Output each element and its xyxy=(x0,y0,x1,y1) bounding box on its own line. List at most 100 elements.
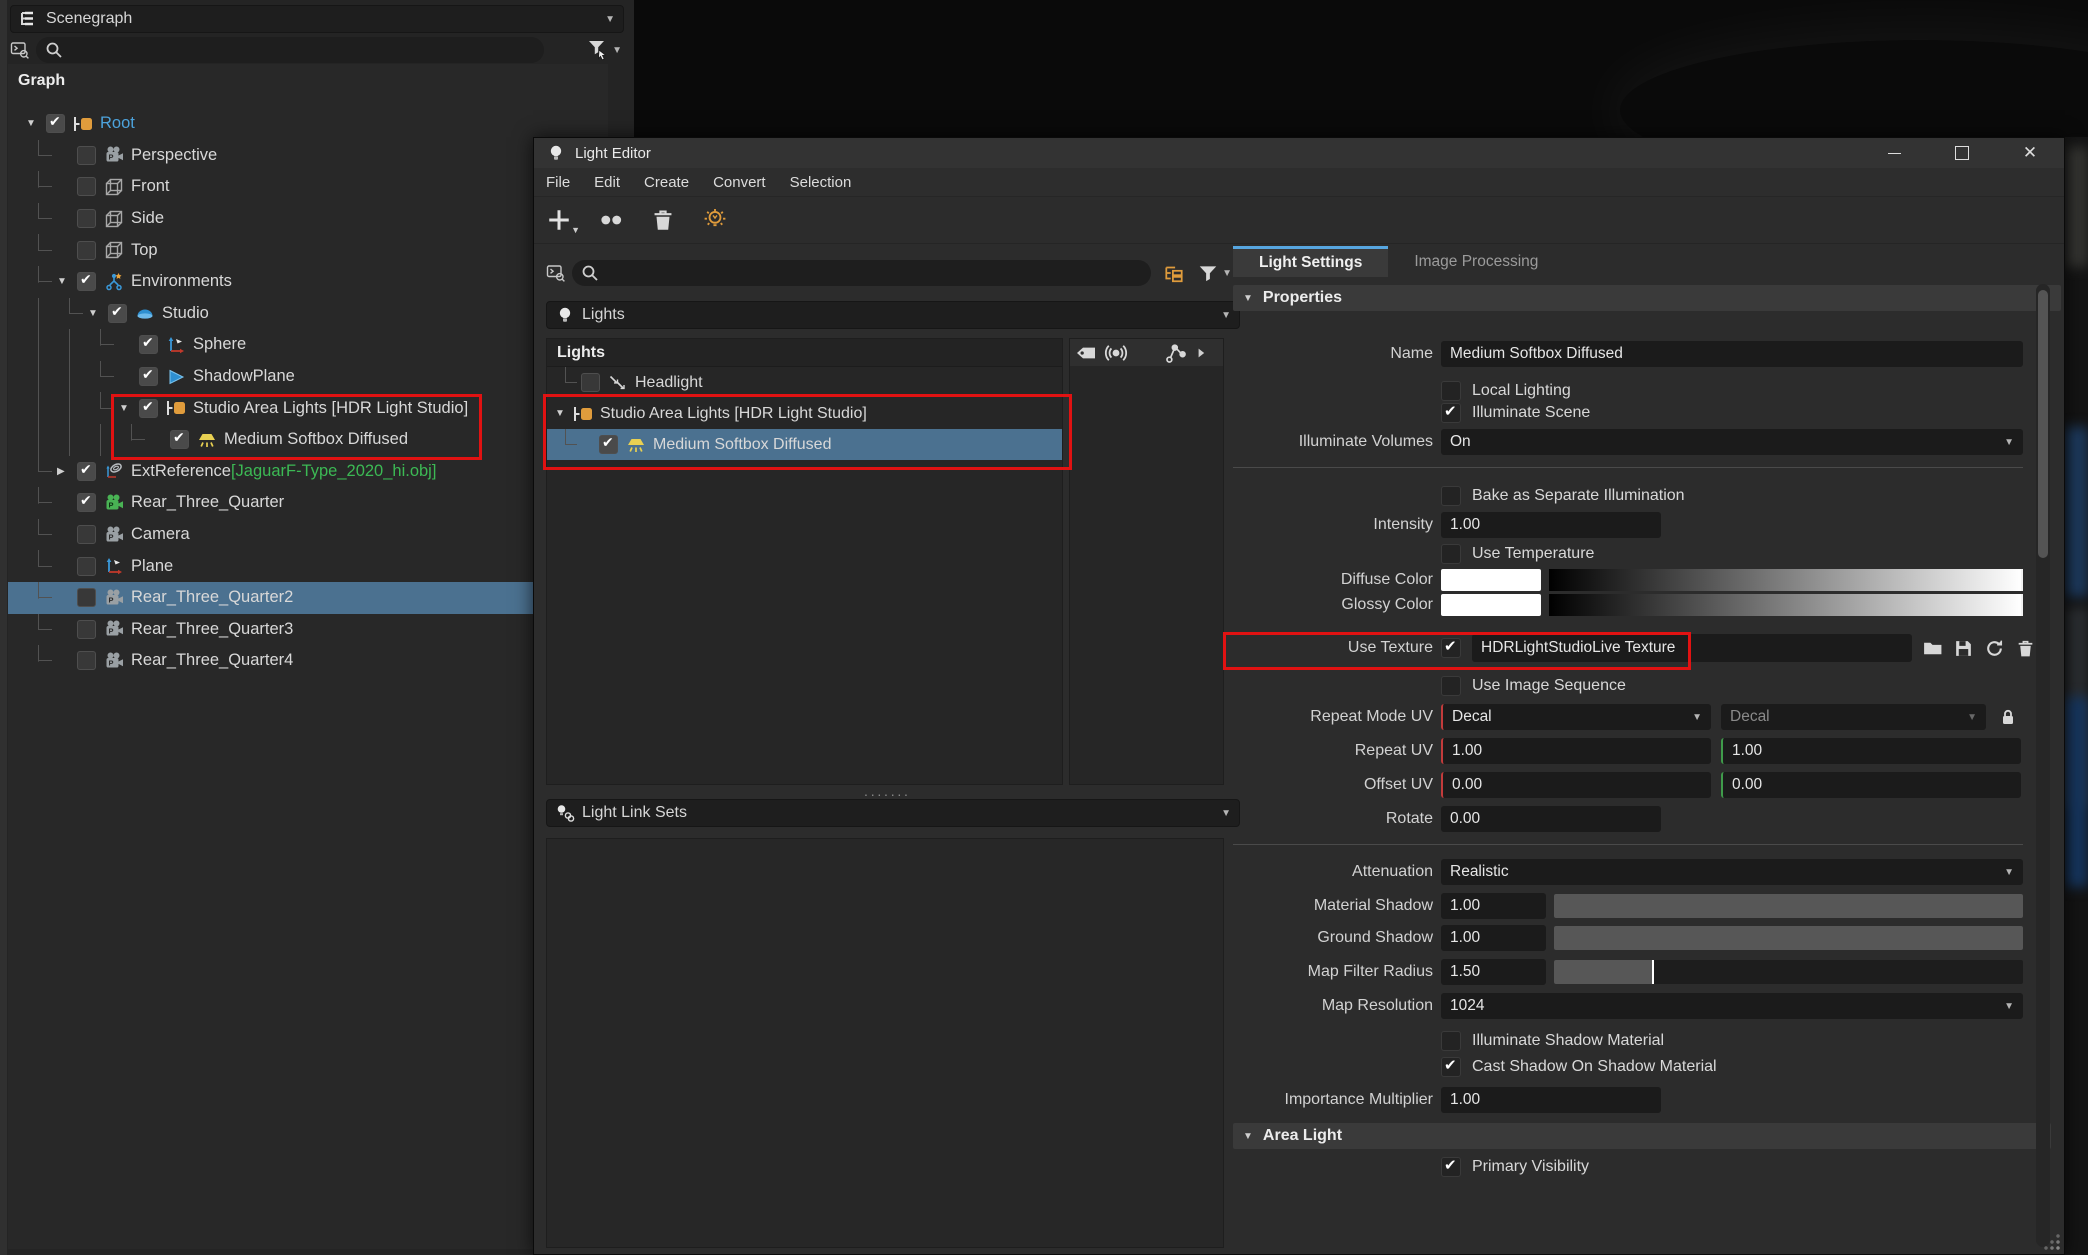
floppy-icon[interactable] xyxy=(1953,638,1974,659)
menu-convert[interactable]: Convert xyxy=(713,174,766,191)
search-script-icon[interactable] xyxy=(546,263,566,283)
tree-item-perspective[interactable]: PPerspective xyxy=(8,140,608,172)
visibility-checkbox[interactable] xyxy=(139,335,158,354)
checkbox[interactable] xyxy=(1441,1031,1461,1051)
settings-scrollbar-thumb[interactable] xyxy=(2038,290,2048,558)
window-resize-grip[interactable] xyxy=(2038,1228,2062,1252)
use-texture-checkbox[interactable] xyxy=(1441,638,1461,658)
tab-light-settings[interactable]: Light Settings xyxy=(1233,246,1388,277)
duplicate-button[interactable] xyxy=(598,207,624,233)
tree-item-shadowplane[interactable]: ShadowPlane xyxy=(8,361,608,393)
visibility-checkbox[interactable] xyxy=(77,241,96,260)
color-swatch[interactable] xyxy=(1441,594,1541,616)
create-light-button[interactable]: ▼ xyxy=(546,207,572,233)
dropdown-u[interactable]: Decal▼ xyxy=(1441,704,1711,730)
visibility-checkbox[interactable] xyxy=(77,525,96,544)
value-input-u[interactable]: 1.00 xyxy=(1441,738,1711,764)
value-input[interactable]: 1.00 xyxy=(1441,893,1546,919)
toggle-light-button[interactable] xyxy=(702,207,728,233)
checkbox[interactable] xyxy=(1441,676,1461,696)
tree-item-environments[interactable]: ▼Environments xyxy=(8,266,608,298)
color-swatch[interactable] xyxy=(1441,569,1541,591)
checkbox[interactable] xyxy=(1441,403,1461,423)
menu-edit[interactable]: Edit xyxy=(594,174,620,191)
light-item-studio-area-lights-hdr-light-studio-[interactable]: ▼Studio Area Lights [HDR Light Studio] xyxy=(547,398,1062,429)
visibility-checkbox[interactable] xyxy=(139,367,158,386)
visibility-checkbox[interactable] xyxy=(77,209,96,228)
tree-item-plane[interactable]: Plane xyxy=(8,550,608,582)
tree-item-extreference[interactable]: ▶ExtReference [JaguarF-Type_2020_hi.obj] xyxy=(8,456,608,488)
trash-icon[interactable] xyxy=(2015,638,2036,659)
value-input[interactable]: Medium Softbox Diffused xyxy=(1441,341,2023,367)
tree-item-medium-softbox-diffused[interactable]: Medium Softbox Diffused xyxy=(8,424,608,456)
slider[interactable] xyxy=(1554,926,2023,950)
visibility-checkbox[interactable] xyxy=(46,114,65,133)
tree-item-side[interactable]: Side xyxy=(8,203,608,235)
light-item-headlight[interactable]: Headlight xyxy=(547,367,1062,398)
search-script-icon[interactable] xyxy=(10,40,30,60)
visibility-checkbox[interactable] xyxy=(77,557,96,576)
value-input[interactable]: 1.00 xyxy=(1441,512,1661,538)
close-button[interactable]: ✕ xyxy=(1996,138,2064,168)
tag-icon[interactable] xyxy=(1073,341,1099,365)
value-input-v[interactable]: 1.00 xyxy=(1721,738,2021,764)
window-titlebar[interactable]: Light Editor ✕ xyxy=(534,138,2064,168)
scenegraph-left-scrollbar[interactable] xyxy=(0,0,7,1255)
light-enable-checkbox[interactable] xyxy=(599,435,618,454)
menu-selection[interactable]: Selection xyxy=(790,174,852,191)
value-input-v[interactable]: 0.00 xyxy=(1721,772,2021,798)
checkbox[interactable] xyxy=(1441,1057,1461,1077)
expand-arrow-icon[interactable]: ▶ xyxy=(57,466,77,477)
area-light-section-header[interactable]: ▼Area Light xyxy=(1233,1123,2051,1149)
visibility-checkbox[interactable] xyxy=(77,146,96,165)
texture-name-field[interactable]: HDRLightStudioLive Texture xyxy=(1472,634,1912,662)
tree-item-sphere[interactable]: Sphere xyxy=(8,329,608,361)
scenegraph-module-selector[interactable]: Scenegraph ▼ xyxy=(10,5,624,33)
visibility-checkbox[interactable] xyxy=(77,588,96,607)
maximize-button[interactable] xyxy=(1928,138,1996,168)
checkbox[interactable] xyxy=(1441,544,1461,564)
lights-search-input[interactable] xyxy=(572,260,1151,286)
dropdown[interactable]: Realistic▼ xyxy=(1441,859,2023,885)
tree-item-root[interactable]: ▼Root xyxy=(8,108,608,140)
checkbox[interactable] xyxy=(1441,381,1461,401)
lights-group-selector[interactable]: Lights ▼ xyxy=(546,301,1240,329)
visibility-checkbox[interactable] xyxy=(139,399,158,418)
expand-arrow-icon[interactable]: ▼ xyxy=(26,118,46,129)
filter-chevron-down-icon[interactable]: ▼ xyxy=(1222,268,1232,279)
expand-arrow-icon[interactable]: ▼ xyxy=(119,403,139,414)
tree-item-studio[interactable]: ▼Studio xyxy=(8,298,608,330)
expand-arrow-icon[interactable]: ▼ xyxy=(555,408,573,419)
refresh-icon[interactable] xyxy=(1984,638,2005,659)
visibility-checkbox[interactable] xyxy=(108,304,127,323)
checkbox[interactable] xyxy=(1441,486,1461,506)
light-link-sets-selector[interactable]: Light Link Sets ▼ xyxy=(546,799,1240,827)
filter-icon[interactable] xyxy=(1197,262,1219,284)
visibility-checkbox[interactable] xyxy=(77,462,96,481)
folder-icon[interactable] xyxy=(1922,638,1943,659)
insert-marker-icon[interactable] xyxy=(1133,341,1159,365)
minimize-button[interactable] xyxy=(1860,138,1928,168)
chevron-right-icon[interactable] xyxy=(1193,341,1209,365)
hierarchy-icon[interactable] xyxy=(1163,262,1185,284)
light-enable-checkbox[interactable] xyxy=(581,373,600,392)
tab-image-processing[interactable]: Image Processing xyxy=(1388,246,1564,277)
dropdown[interactable]: On▼ xyxy=(1441,429,2023,455)
value-input[interactable]: 1.00 xyxy=(1441,925,1546,951)
menu-create[interactable]: Create xyxy=(644,174,689,191)
value-input[interactable]: 0.00 xyxy=(1441,806,1661,832)
properties-section-header[interactable]: ▼ Properties xyxy=(1233,285,2061,311)
expand-arrow-icon[interactable]: ▼ xyxy=(88,308,108,319)
tree-item-studio-area-lights-hdr-light-studio-[interactable]: ▼Studio Area Lights [HDR Light Studio] xyxy=(8,392,608,424)
light-item-medium-softbox-diffused[interactable]: Medium Softbox Diffused xyxy=(547,429,1062,460)
tree-item-top[interactable]: Top xyxy=(8,234,608,266)
visibility-checkbox[interactable] xyxy=(77,272,96,291)
value-input-u[interactable]: 0.00 xyxy=(1441,772,1711,798)
dropdown[interactable]: 1024▼ xyxy=(1441,993,2023,1019)
value-input[interactable]: 1.50 xyxy=(1441,959,1546,985)
filter-cursor-icon[interactable] xyxy=(586,38,610,62)
lock-icon[interactable] xyxy=(1998,707,2018,727)
radiate-icon[interactable] xyxy=(1103,341,1129,365)
slider[interactable] xyxy=(1554,960,2023,984)
visibility-checkbox[interactable] xyxy=(77,493,96,512)
